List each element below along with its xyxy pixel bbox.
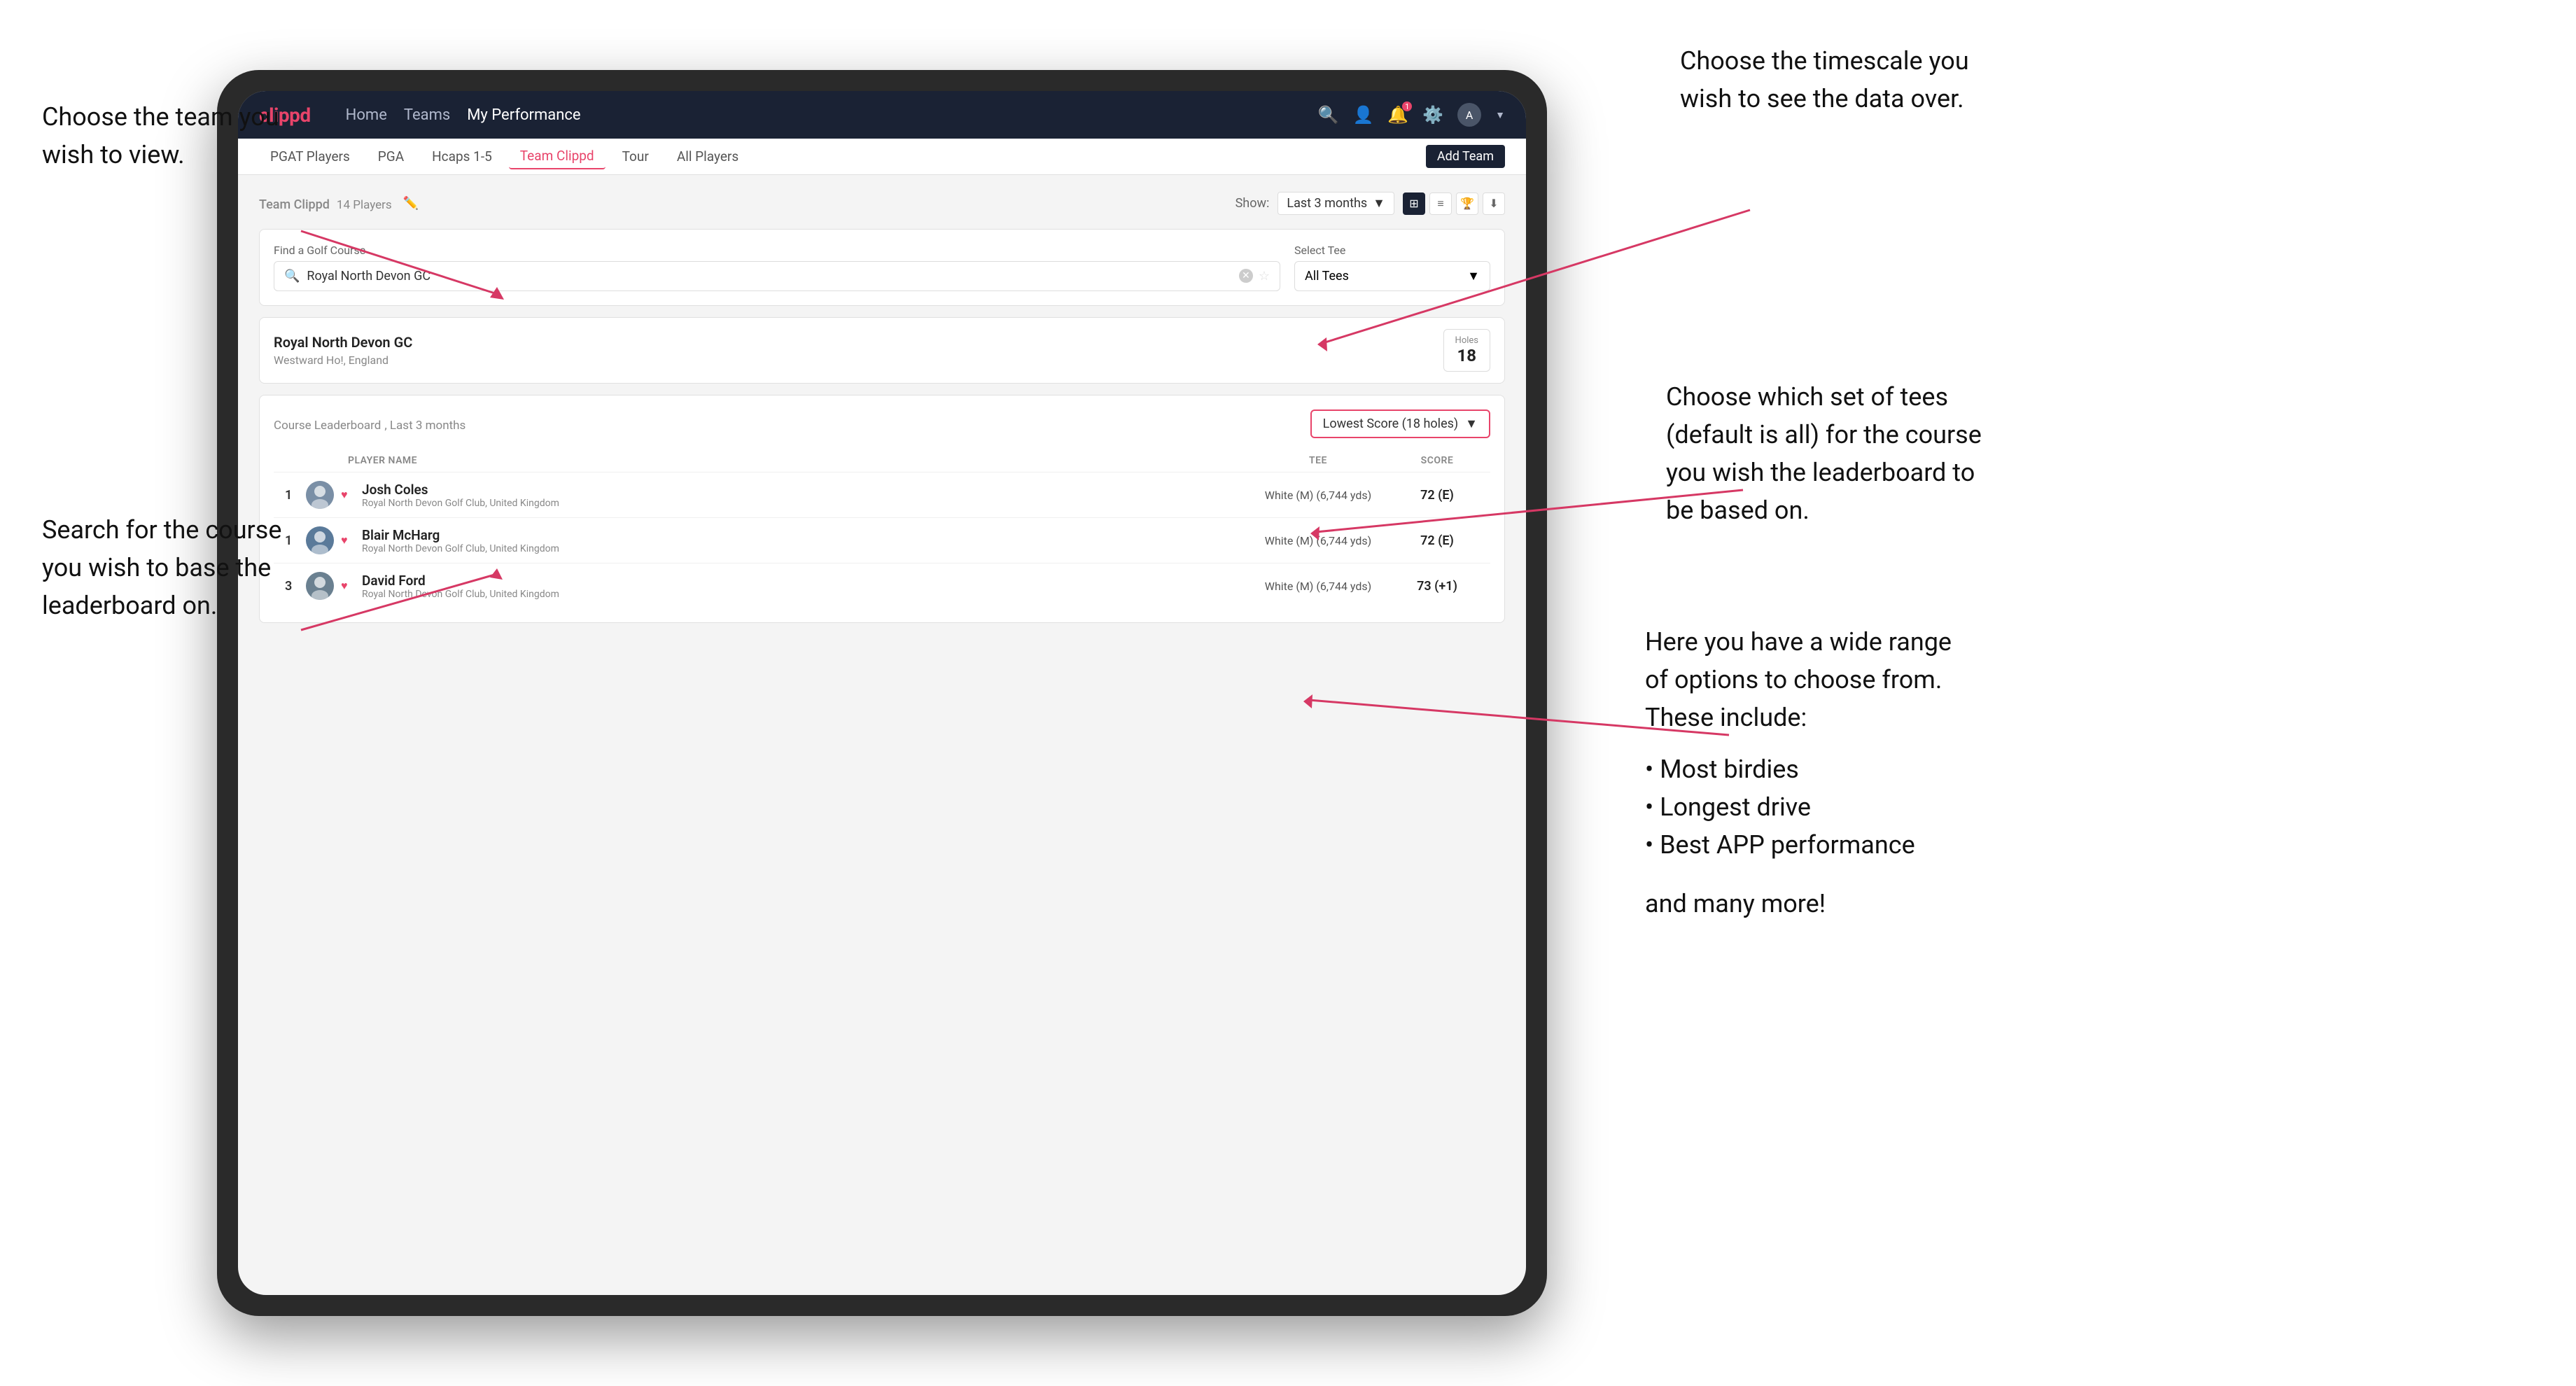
player-score: 73 (+1) xyxy=(1395,579,1479,594)
navbar-links: Home Teams My Performance xyxy=(346,106,581,124)
player-info: Blair McHarg Royal North Devon Golf Club… xyxy=(362,527,1241,554)
notification-badge: 1 xyxy=(1402,102,1412,111)
subnav-pga[interactable]: PGA xyxy=(367,144,415,169)
show-label: Show: xyxy=(1236,196,1270,211)
avatar xyxy=(306,572,334,600)
score-type-dropdown[interactable]: Lowest Score (18 holes) ▼ xyxy=(1310,410,1490,438)
player-club: Royal North Devon Golf Club, United King… xyxy=(362,543,1241,554)
clear-search-button[interactable]: ✕ xyxy=(1239,269,1253,283)
table-row: 3 ♥ David Ford Royal North Devon Golf Cl… xyxy=(274,563,1490,608)
navbar-right: 🔍 👤 🔔 1 ⚙️ A ▼ xyxy=(1318,103,1505,127)
navbar-link-my-performance[interactable]: My Performance xyxy=(467,106,580,124)
player-rank: 3 xyxy=(285,579,306,594)
table-header: PLAYER NAME TEE SCORE xyxy=(274,449,1490,472)
profile-icon[interactable]: 👤 xyxy=(1352,105,1373,125)
avatar xyxy=(306,526,334,554)
time-period-dropdown[interactable]: Last 3 months ▼ xyxy=(1278,192,1394,215)
search-icon[interactable]: 🔍 xyxy=(1318,105,1339,125)
column-score-header: SCORE xyxy=(1395,455,1479,466)
download-button[interactable]: ⬇ xyxy=(1483,192,1505,215)
player-name: David Ford xyxy=(362,573,1241,589)
annotation-choose-team: Choose the team youwish to view. xyxy=(42,98,279,174)
favorite-heart-icon[interactable]: ♥ xyxy=(341,488,355,502)
course-name: Royal North Devon GC xyxy=(274,334,412,351)
avatar xyxy=(306,481,334,509)
favorite-heart-icon[interactable]: ♥ xyxy=(341,533,355,547)
chevron-down-icon: ▼ xyxy=(1373,196,1385,211)
leaderboard-header: Course Leaderboard , Last 3 months Lowes… xyxy=(274,410,1490,438)
grid-view-button[interactable]: ⊞ xyxy=(1403,192,1425,215)
main-content: Team Clippd 14 Players ✏️ Show: Last 3 m… xyxy=(238,175,1526,640)
favorite-button[interactable]: ☆ xyxy=(1259,269,1270,284)
player-club: Royal North Devon Golf Club, United King… xyxy=(362,498,1241,509)
add-team-button[interactable]: Add Team xyxy=(1426,145,1505,168)
settings-icon[interactable]: ⚙️ xyxy=(1422,105,1443,125)
player-name: Blair McHarg xyxy=(362,527,1241,543)
team-title: Team Clippd 14 Players xyxy=(259,195,392,212)
chevron-down-icon[interactable]: ▼ xyxy=(1495,109,1505,121)
player-tee: White (M) (6,744 yds) xyxy=(1241,489,1395,502)
annotation-timescale: Choose the timescale youwish to see the … xyxy=(1680,42,1969,118)
table-row: 1 ♥ Josh Coles Royal North Devon Golf Cl… xyxy=(274,472,1490,517)
subnav-team-clippd[interactable]: Team Clippd xyxy=(509,144,606,169)
find-course-label: Find a Golf Course xyxy=(274,244,1280,257)
column-player-header: PLAYER NAME xyxy=(348,455,1241,466)
list-view-button[interactable]: ≡ xyxy=(1429,192,1452,215)
navbar: clippd Home Teams My Performance 🔍 👤 🔔 1… xyxy=(238,91,1526,139)
navbar-link-teams[interactable]: Teams xyxy=(404,106,450,124)
column-tee-header: TEE xyxy=(1241,455,1395,466)
course-search-container: Find a Golf Course 🔍 Royal North Devon G… xyxy=(259,229,1505,306)
annotation-tees: Choose which set of tees(default is all)… xyxy=(1666,378,1982,529)
search-icon: 🔍 xyxy=(284,269,300,284)
player-score: 72 (E) xyxy=(1395,488,1479,503)
course-search-value: Royal North Devon GC xyxy=(307,269,1231,284)
notification-icon[interactable]: 🔔 1 xyxy=(1387,105,1408,125)
course-location: Westward Ho!, England xyxy=(274,354,412,367)
annotation-search-course: Search for the courseyou wish to base th… xyxy=(42,511,281,624)
player-info: David Ford Royal North Devon Golf Club, … xyxy=(362,573,1241,600)
team-header: Team Clippd 14 Players ✏️ Show: Last 3 m… xyxy=(259,192,1505,215)
subnav: PGAT Players PGA Hcaps 1-5 Team Clippd T… xyxy=(238,139,1526,175)
player-name: Josh Coles xyxy=(362,482,1241,498)
player-rows: 1 ♥ Josh Coles Royal North Devon Golf Cl… xyxy=(274,472,1490,608)
navbar-link-home[interactable]: Home xyxy=(346,106,387,124)
course-search-field[interactable]: 🔍 Royal North Devon GC ✕ ☆ xyxy=(274,261,1280,291)
select-tee-label: Select Tee xyxy=(1294,244,1490,257)
leaderboard-container: Course Leaderboard , Last 3 months Lowes… xyxy=(259,395,1505,623)
player-info: Josh Coles Royal North Devon Golf Club, … xyxy=(362,482,1241,509)
tee-dropdown[interactable]: All Tees ▼ xyxy=(1294,261,1490,291)
subnav-hcaps[interactable]: Hcaps 1-5 xyxy=(421,144,503,169)
player-tee: White (M) (6,744 yds) xyxy=(1241,534,1395,547)
view-icons: ⊞ ≡ 🏆 ⬇ xyxy=(1403,192,1505,215)
holes-box: Holes 18 xyxy=(1443,329,1490,372)
search-field-icons: ✕ ☆ xyxy=(1239,269,1270,284)
player-rank: 1 xyxy=(285,488,306,503)
tablet-screen: clippd Home Teams My Performance 🔍 👤 🔔 1… xyxy=(238,91,1526,1295)
table-row: 1 ♥ Blair McHarg Royal North Devon Golf … xyxy=(274,517,1490,563)
edit-icon[interactable]: ✏️ xyxy=(403,196,419,211)
course-result: Royal North Devon GC Westward Ho!, Engla… xyxy=(259,317,1505,384)
player-rank: 1 xyxy=(285,533,306,548)
holes-label: Holes xyxy=(1455,335,1478,346)
player-tee: White (M) (6,744 yds) xyxy=(1241,580,1395,593)
favorite-heart-icon[interactable]: ♥ xyxy=(341,579,355,593)
leaderboard-title: Course Leaderboard , Last 3 months xyxy=(274,416,465,433)
holes-number: 18 xyxy=(1455,346,1478,365)
subnav-tour[interactable]: Tour xyxy=(611,144,660,169)
player-club: Royal North Devon Golf Club, United King… xyxy=(362,589,1241,600)
annotation-options: Here you have a wide rangeof options to … xyxy=(1645,623,1952,923)
player-score: 72 (E) xyxy=(1395,533,1479,548)
avatar[interactable]: A xyxy=(1457,103,1481,127)
tee-dropdown-container: Select Tee All Tees ▼ xyxy=(1294,244,1490,291)
tablet-device: clippd Home Teams My Performance 🔍 👤 🔔 1… xyxy=(217,70,1547,1316)
trophy-view-button[interactable]: 🏆 xyxy=(1456,192,1478,215)
chevron-down-icon: ▼ xyxy=(1467,269,1480,284)
subnav-all-players[interactable]: All Players xyxy=(666,144,750,169)
chevron-down-icon: ▼ xyxy=(1465,416,1478,431)
team-controls: Show: Last 3 months ▼ ⊞ ≡ 🏆 ⬇ xyxy=(1236,192,1505,215)
